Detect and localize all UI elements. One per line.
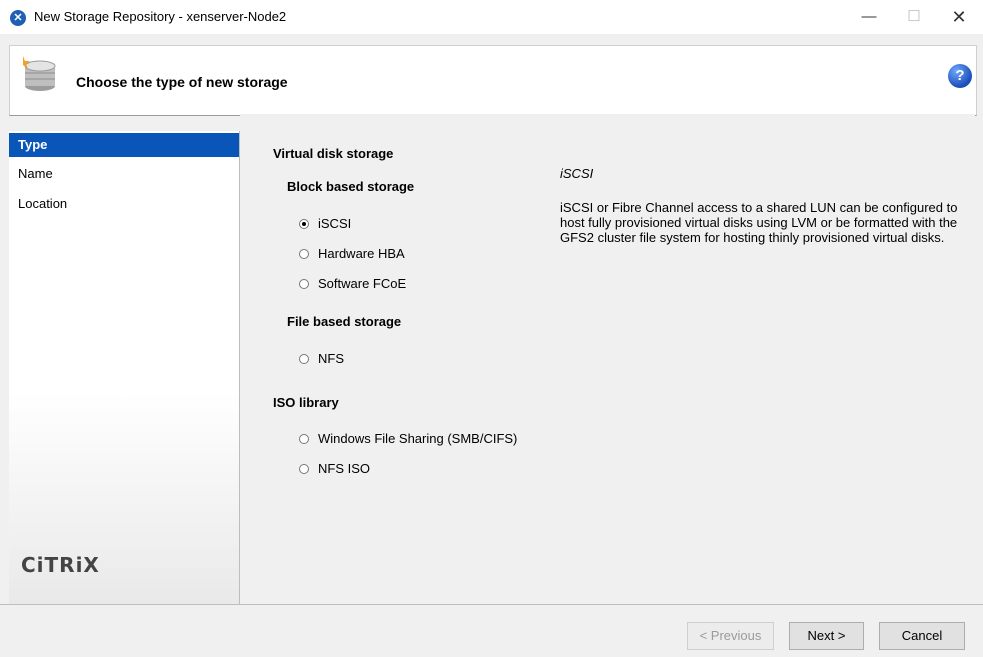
description-title: iSCSI bbox=[560, 166, 594, 181]
file-based-heading: File based storage bbox=[287, 314, 402, 329]
radio-indicator[interactable] bbox=[299, 464, 309, 474]
radio-label: Hardware HBA bbox=[318, 246, 405, 261]
maximize-button[interactable]: ☐ bbox=[891, 4, 937, 30]
title-bar: ✕ New Storage Repository - xenserver-Nod… bbox=[0, 0, 983, 34]
virtual-disk-storage-heading: Virtual disk storage bbox=[273, 146, 394, 161]
close-button[interactable]: ✕ bbox=[936, 4, 982, 30]
minimize-button[interactable]: — bbox=[846, 4, 892, 30]
radio-label: Software FCoE bbox=[318, 276, 407, 291]
button-bar: < Previous Next > Cancel bbox=[0, 604, 983, 657]
radio-indicator[interactable] bbox=[299, 354, 309, 364]
block-based-heading: Block based storage bbox=[287, 179, 415, 194]
help-icon[interactable]: ? bbox=[948, 64, 972, 88]
radio-nfs-iso[interactable]: NFS ISO bbox=[299, 460, 370, 478]
sidebar-item-type[interactable]: Type bbox=[9, 133, 239, 157]
radio-indicator[interactable] bbox=[299, 219, 309, 229]
wizard-header: Choose the type of new storage ? bbox=[9, 45, 977, 116]
radio-indicator[interactable] bbox=[299, 434, 309, 444]
radio-indicator[interactable] bbox=[299, 249, 309, 259]
radio-label: NFS bbox=[318, 351, 344, 366]
radio-nfs[interactable]: NFS bbox=[299, 350, 344, 368]
wizard-sidebar: Type Name Location CiTRiX bbox=[9, 131, 240, 604]
radio-iscsi[interactable]: iSCSI bbox=[299, 215, 351, 233]
radio-indicator[interactable] bbox=[299, 279, 309, 289]
description-body: iSCSI or Fibre Channel access to a share… bbox=[560, 200, 958, 245]
storage-disk-icon bbox=[23, 56, 56, 91]
page-title: Choose the type of new storage bbox=[76, 74, 288, 90]
radio-label: iSCSI bbox=[318, 216, 352, 231]
radio-hardware-hba[interactable]: Hardware HBA bbox=[299, 245, 405, 263]
next-button[interactable]: Next > bbox=[789, 622, 864, 650]
window-title: New Storage Repository - xenserver-Node2 bbox=[34, 9, 287, 24]
radio-label: Windows File Sharing (SMB/CIFS) bbox=[318, 431, 518, 446]
radio-software-fcoe[interactable]: Software FCoE bbox=[299, 275, 406, 293]
cancel-button[interactable]: Cancel bbox=[879, 622, 965, 650]
content-panel: Virtual disk storage Block based storage… bbox=[240, 114, 975, 604]
previous-button[interactable]: < Previous bbox=[687, 622, 774, 650]
sidebar-item-location[interactable]: Location bbox=[9, 192, 239, 216]
sidebar-item-name[interactable]: Name bbox=[9, 162, 239, 186]
iso-library-heading: ISO library bbox=[273, 395, 339, 410]
app-icon: ✕ bbox=[10, 10, 26, 26]
radio-smb-cifs[interactable]: Windows File Sharing (SMB/CIFS) bbox=[299, 430, 517, 448]
radio-label: NFS ISO bbox=[318, 461, 371, 476]
citrix-logo: CiTRiX bbox=[21, 553, 100, 577]
